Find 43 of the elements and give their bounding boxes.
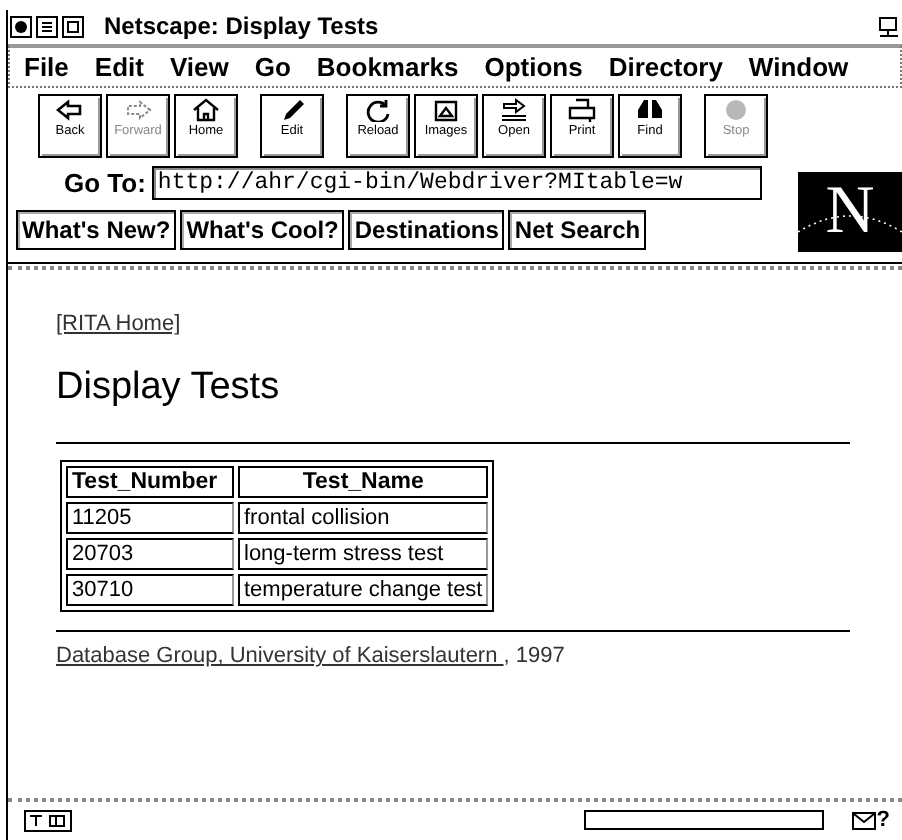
table-cell: temperature change test bbox=[238, 574, 489, 606]
directory-button[interactable]: Net Search bbox=[508, 210, 647, 250]
table-cell: 11205 bbox=[66, 502, 234, 534]
column-header: Test_Number bbox=[66, 466, 234, 498]
menu-item[interactable]: Options bbox=[484, 52, 583, 82]
reload-icon bbox=[364, 98, 392, 122]
menu-item[interactable]: View bbox=[169, 52, 229, 82]
mail-status-mark: ? bbox=[876, 808, 890, 832]
menu-item[interactable]: Window bbox=[748, 52, 849, 82]
window-title: Netscape: Display Tests bbox=[104, 12, 379, 40]
binoculars-icon bbox=[636, 98, 664, 122]
footer-text: Database Group, University of Kaiserslautern , 1997 bbox=[56, 644, 567, 668]
column-header: Test_Name bbox=[238, 466, 489, 498]
table-cell: 20703 bbox=[66, 538, 234, 570]
page-heading: Display Tests bbox=[56, 366, 282, 410]
arrow-icon bbox=[56, 98, 84, 122]
home-icon bbox=[192, 98, 220, 122]
stop-icon bbox=[722, 98, 750, 122]
directory-button[interactable]: Destinations bbox=[348, 210, 505, 250]
pencil-icon bbox=[278, 98, 306, 122]
directory-button[interactable]: What's Cool? bbox=[180, 210, 345, 250]
arrow-icon bbox=[124, 98, 152, 122]
table-cell: 30710 bbox=[66, 574, 234, 606]
menu-item[interactable]: Directory bbox=[608, 52, 723, 82]
minimize-icon[interactable] bbox=[36, 15, 58, 37]
menu-item[interactable]: Edit bbox=[94, 52, 144, 82]
location-label: Go To: bbox=[64, 168, 146, 198]
directory-button[interactable]: What's New? bbox=[16, 210, 177, 250]
menu-item[interactable]: Bookmarks bbox=[316, 52, 459, 82]
images-icon bbox=[432, 98, 460, 122]
menu-item[interactable]: File bbox=[24, 52, 69, 82]
location-field[interactable]: http://ahr/cgi-bin/Webdriver?MItable=w bbox=[151, 166, 762, 200]
home-link[interactable]: [RITA Home] bbox=[56, 312, 181, 336]
printer-icon bbox=[568, 98, 596, 122]
table-cell: frontal collision bbox=[238, 502, 489, 534]
mail-icon[interactable] bbox=[852, 809, 877, 831]
table-cell: long-term stress test bbox=[238, 538, 489, 570]
open-icon bbox=[500, 98, 528, 122]
menu-item[interactable]: Go bbox=[254, 52, 291, 82]
window-menu-icon[interactable] bbox=[10, 15, 32, 37]
university-link[interactable]: Database Group, University of Kaiserslautern bbox=[56, 644, 504, 668]
netscape-logo[interactable]: N bbox=[798, 172, 902, 252]
maximize-icon[interactable] bbox=[62, 15, 84, 37]
